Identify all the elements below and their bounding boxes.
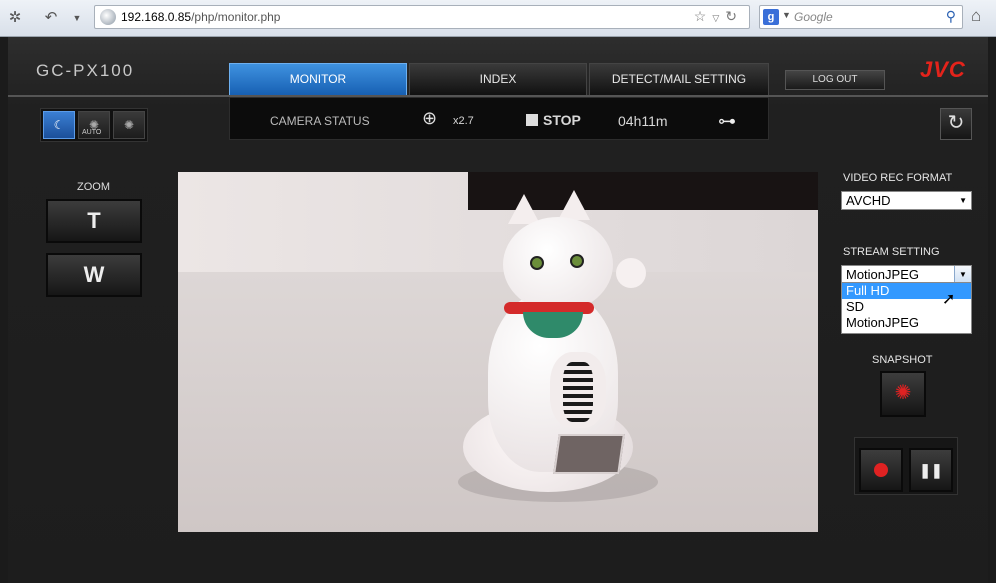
- camera-status-bar: CAMERA STATUS ⊕ x2.7 STOP 04h11m ⊶: [229, 97, 769, 140]
- globe-icon: [100, 9, 116, 25]
- record-button[interactable]: [859, 448, 903, 492]
- camera-model: GC-PX100: [36, 61, 135, 80]
- video-rec-format-select[interactable]: AVCHD ▼: [841, 191, 972, 210]
- auto-light-button[interactable]: ✺ AUTO: [78, 111, 110, 139]
- figurine-coin-pattern: [563, 362, 593, 422]
- chevron-down-icon[interactable]: ▼: [954, 266, 971, 283]
- google-icon[interactable]: g: [763, 9, 779, 25]
- mouse-cursor-icon: ➚: [942, 291, 956, 308]
- figurine-eye-left: [530, 256, 544, 270]
- browser-toolbar: ✲ ↶ ▼ 192.168.0.85/php/monitor.php ☆▽↻ g…: [0, 0, 996, 37]
- zoom-tele-button[interactable]: T: [46, 199, 142, 243]
- tab-detect-mail-setting[interactable]: DETECT/MAIL SETTING: [589, 63, 769, 96]
- figurine-ear-right: [558, 190, 590, 220]
- search-bar[interactable]: g ▼ Google ⚲: [759, 5, 963, 29]
- figurine-eye-right: [570, 254, 584, 268]
- dropdown-icon[interactable]: ▽: [712, 13, 725, 23]
- stream-setting-label: STREAM SETTING: [843, 246, 940, 258]
- search-engine-dropdown-icon[interactable]: ▼: [782, 10, 791, 20]
- light-icon: ✺: [123, 118, 135, 132]
- snapshot-label: SNAPSHOT: [872, 354, 933, 366]
- camera-status-label: CAMERA STATUS: [270, 114, 370, 128]
- night-mode-icon: ☾: [53, 118, 65, 132]
- light-mode-group: ☾ ✺ AUTO ✺: [40, 108, 148, 142]
- snapshot-button[interactable]: ✺: [880, 371, 926, 417]
- main-tabs: MONITOR INDEX DETECT/MAIL SETTING: [229, 63, 769, 96]
- stream-option-motionjpeg[interactable]: MotionJPEG: [842, 315, 971, 331]
- reload-icon[interactable]: ↻: [725, 8, 743, 24]
- live-video-feed: [178, 172, 818, 532]
- zoom-label: ZOOM: [77, 181, 110, 193]
- address-bar-controls: ☆▽↻: [694, 8, 743, 25]
- bookmark-star-icon[interactable]: ☆: [694, 8, 713, 24]
- zoom-value: x2.7: [453, 115, 474, 127]
- stop-icon: [526, 114, 538, 126]
- tab-index[interactable]: INDEX: [409, 63, 587, 96]
- camera-web-app: GC-PX100 MONITOR INDEX DETECT/MAIL SETTI…: [8, 37, 988, 583]
- figurine-paw: [616, 258, 646, 288]
- url-text: 192.168.0.85/php/monitor.php: [121, 10, 281, 24]
- pause-button[interactable]: ❚❚: [909, 448, 953, 492]
- record-controls: ❚❚: [854, 437, 958, 495]
- history-dropdown-icon[interactable]: ▼: [66, 7, 88, 29]
- search-icon[interactable]: ⚲: [946, 8, 956, 25]
- record-icon: [874, 462, 888, 477]
- rec-state: STOP: [543, 112, 581, 128]
- stream-setting-value: MotionJPEG: [846, 267, 919, 282]
- shutter-icon: ✺: [894, 382, 912, 404]
- chevron-down-icon: ▼: [959, 196, 967, 205]
- figurine-ear-left: [508, 194, 540, 224]
- tab-monitor[interactable]: MONITOR: [229, 63, 407, 96]
- light-button[interactable]: ✺: [113, 111, 145, 139]
- remaining-time: 04h11m: [618, 113, 668, 129]
- home-icon[interactable]: ⌂: [971, 6, 981, 26]
- power-plug-icon: ⊶: [718, 111, 736, 131]
- search-placeholder: Google: [794, 10, 833, 24]
- night-mode-button[interactable]: ☾: [43, 111, 75, 139]
- logout-button[interactable]: LOG OUT: [785, 70, 885, 90]
- address-bar[interactable]: 192.168.0.85/php/monitor.php ☆▽↻: [94, 5, 750, 29]
- settings-icon[interactable]: ✲: [4, 7, 26, 29]
- pause-icon: ❚❚: [919, 462, 943, 478]
- video-rec-format-label: VIDEO REC FORMAT: [843, 172, 953, 184]
- auto-label: AUTO: [82, 129, 102, 136]
- brand-logo: JVC: [920, 57, 966, 82]
- zoom-wide-button[interactable]: W: [46, 253, 142, 297]
- figurine-solar-panel: [553, 434, 625, 474]
- back-icon[interactable]: ↶: [40, 7, 62, 29]
- figurine-head: [503, 217, 613, 312]
- refresh-button[interactable]: ↻: [940, 108, 972, 140]
- refresh-icon: ↻: [947, 112, 965, 134]
- video-rec-format-value: AVCHD: [846, 193, 891, 208]
- zoom-icon: ⊕: [422, 108, 438, 128]
